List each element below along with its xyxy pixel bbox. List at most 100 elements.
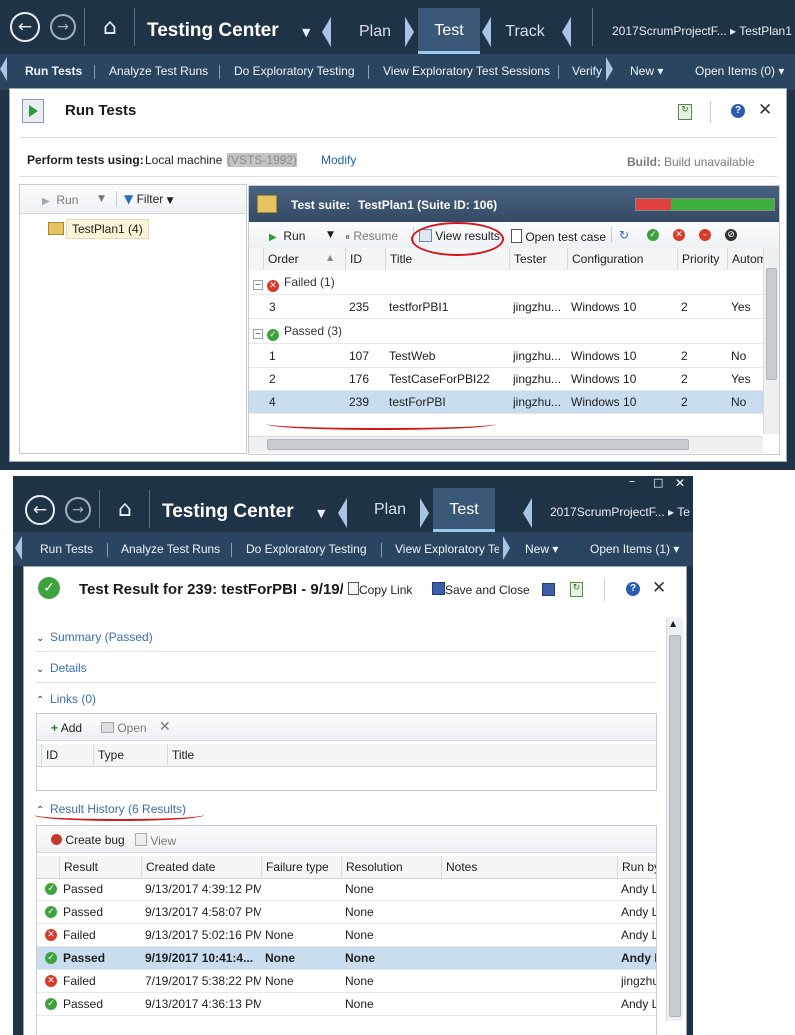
resume-button[interactable]: ⏸ Resume <box>345 229 398 243</box>
subnav-exploratory-testing[interactable]: Do Exploratory Testing <box>234 64 355 78</box>
forward-icon[interactable]: → <box>50 14 76 40</box>
subnav-run-tests[interactable]: Run Tests <box>40 542 93 556</box>
open-link-button[interactable]: Open <box>101 721 147 735</box>
home-icon[interactable]: ⌂ <box>96 14 124 42</box>
subnav-exploratory-sessions[interactable]: View Exploratory Test Sessions <box>383 64 550 78</box>
collapse-icon[interactable]: − <box>253 329 263 339</box>
test-case-row[interactable]: 4 239 testForPBI jingzhu... Windows 10 2 No <box>249 391 763 414</box>
panel-title: Test Result for 239: testForPBI - 9/19/ <box>79 581 343 598</box>
refresh-icon[interactable]: ↻ <box>619 228 629 242</box>
tab-track[interactable]: Track <box>495 10 555 54</box>
history-row[interactable]: ✓ Passed 9/19/2017 10:41:4... None None Andy … <box>37 947 656 970</box>
history-row[interactable]: ✓ Passed 9/13/2017 4:39:12 PM None Andy L <box>37 878 656 901</box>
collapse-icon[interactable]: − <box>253 280 263 290</box>
copy-link-button[interactable]: Copy Link <box>348 582 412 597</box>
history-row[interactable]: ✓ Passed 9/13/2017 4:58:07 PM None Andy L <box>37 901 656 924</box>
forward-icon[interactable]: → <box>65 497 91 523</box>
pass-test-icon[interactable]: ✓ <box>647 229 659 241</box>
tree-run-dropdown-icon[interactable]: ▼ <box>98 194 105 204</box>
app-menu-caret-icon[interactable]: ▼ <box>317 507 325 520</box>
col-id[interactable]: ID <box>345 248 385 270</box>
col-created-date[interactable]: Created date <box>141 856 261 878</box>
suite-run-button[interactable]: ▶ Run <box>269 229 305 243</box>
group-header-pass[interactable]: − ✓ Passed (3) <box>249 319 763 344</box>
subnav-right-icon[interactable] <box>606 57 613 81</box>
history-row[interactable]: ✕ Failed 7/19/2017 5:38:22 PM None None jingz… <box>37 970 656 993</box>
remove-link-icon[interactable]: ✕ <box>159 719 171 735</box>
breadcrumb[interactable]: 2017ScrumProjectF... ▸ TestPlan1 <box>612 24 792 38</box>
add-link-button[interactable]: + Add <box>51 721 82 735</box>
subnav-left-icon[interactable] <box>0 57 7 81</box>
back-icon[interactable]: ← <box>10 12 40 42</box>
section-links[interactable]: ⌃ Links (0) <box>36 692 96 706</box>
breadcrumb[interactable]: 2017ScrumProjectF... ▸ Tes <box>550 505 690 519</box>
app-menu-caret-icon[interactable]: ▼ <box>302 26 310 39</box>
block-test-icon[interactable]: – <box>699 229 711 241</box>
col-title[interactable]: Title <box>167 744 656 766</box>
not-applicable-icon[interactable]: ⊘ <box>725 229 737 241</box>
help-icon[interactable]: ? <box>626 582 640 596</box>
col-configuration[interactable]: Configuration <box>567 248 677 270</box>
tree-run-button[interactable]: ▶ Run <box>42 193 78 207</box>
section-details[interactable]: ⌄ Details <box>36 661 87 675</box>
create-bug-button[interactable]: Create bug <box>51 833 125 847</box>
suite-horizontal-scrollbar[interactable] <box>249 436 763 453</box>
test-case-row[interactable]: 2 176 TestCaseForPBI22 jingzhu... Windows 10… <box>249 368 763 391</box>
scroll-up-icon[interactable]: ▲ <box>670 619 676 628</box>
history-row[interactable]: ✓ Passed 9/13/2017 4:36:13 PM None Andy L <box>37 993 656 1016</box>
suite-run-dropdown-icon[interactable]: ▼ <box>327 230 334 240</box>
suite-hscroll-thumb[interactable] <box>267 439 689 450</box>
open-test-case-button[interactable]: Open test case <box>511 229 606 244</box>
test-case-row[interactable]: 1 107 TestWeb jingzhu... Windows 10 2 No <box>249 345 763 368</box>
subnav-run-tests[interactable]: Run Tests <box>25 64 82 78</box>
col-id[interactable]: ID <box>41 744 93 766</box>
col-automation[interactable]: Autom <box>727 248 763 270</box>
result-vertical-scrollbar[interactable]: ▲ <box>666 617 683 1021</box>
group-header-fail[interactable]: − ✕ Failed (1) <box>249 270 763 295</box>
tab-test[interactable]: Test <box>433 488 495 532</box>
test-case-row[interactable]: 3 235 testforPBI1 jingzhu... Windows 10 2 Yes <box>249 296 763 319</box>
col-priority[interactable]: Priority <box>677 248 727 270</box>
result-scroll-thumb[interactable] <box>669 635 681 1017</box>
help-icon[interactable]: ? <box>731 104 745 118</box>
back-icon[interactable]: ← <box>25 495 55 525</box>
col-result[interactable]: Result <box>59 856 141 878</box>
fail-test-icon[interactable]: ✕ <box>673 229 685 241</box>
subnav-new[interactable]: New ▾ <box>630 64 663 78</box>
col-type[interactable]: Type <box>93 744 167 766</box>
tab-plan[interactable]: Plan <box>360 488 420 532</box>
subnav-analyze-test-runs[interactable]: Analyze Test Runs <box>121 542 220 556</box>
subnav-exploratory-sessions[interactable]: View Exploratory Te <box>395 542 499 556</box>
minimize-icon[interactable]: – <box>629 476 635 488</box>
subnav-open-items[interactable]: Open Items (1) ▾ <box>590 542 679 556</box>
subnav-right-icon[interactable] <box>503 536 510 560</box>
save-icon[interactable] <box>542 583 555 596</box>
filter-button[interactable]: ▼ Filter ▼ <box>124 192 174 206</box>
col-notes[interactable]: Notes <box>441 856 617 878</box>
subnav-verify[interactable]: Verify <box>572 64 602 78</box>
section-summary[interactable]: ⌄ Summary (Passed) <box>36 630 153 644</box>
close-icon[interactable]: ✕ <box>652 578 666 598</box>
subnav-open-items[interactable]: Open Items (0) ▾ <box>695 64 784 78</box>
col-tester[interactable]: Tester <box>509 248 567 270</box>
modify-link[interactable]: Modify <box>321 153 356 167</box>
suite-vertical-scrollbar[interactable] <box>763 248 779 434</box>
home-icon[interactable]: ⌂ <box>111 496 139 524</box>
refresh-icon[interactable]: ↻ <box>678 104 692 120</box>
tab-plan[interactable]: Plan <box>345 10 405 54</box>
col-run-by[interactable]: Run by <box>617 856 656 878</box>
history-row[interactable]: ✕ Failed 9/13/2017 5:02:16 PM None None Andy … <box>37 924 656 947</box>
tab-test[interactable]: Test <box>418 8 480 54</box>
subnav-exploratory-testing[interactable]: Do Exploratory Testing <box>246 542 367 556</box>
cell-order: 1 <box>269 349 276 363</box>
save-and-close-button[interactable]: Save and Close <box>432 582 530 597</box>
col-resolution[interactable]: Resolution <box>341 856 441 878</box>
suite-scroll-thumb[interactable] <box>766 268 777 380</box>
subnav-left-icon[interactable] <box>15 536 22 560</box>
view-button[interactable]: View <box>135 833 176 848</box>
refresh-icon[interactable]: ↻ <box>570 582 583 597</box>
close-icon[interactable]: ✕ <box>758 100 772 120</box>
subnav-new[interactable]: New ▾ <box>525 542 558 556</box>
col-failure-type[interactable]: Failure type <box>261 856 341 878</box>
subnav-analyze-test-runs[interactable]: Analyze Test Runs <box>109 64 208 78</box>
